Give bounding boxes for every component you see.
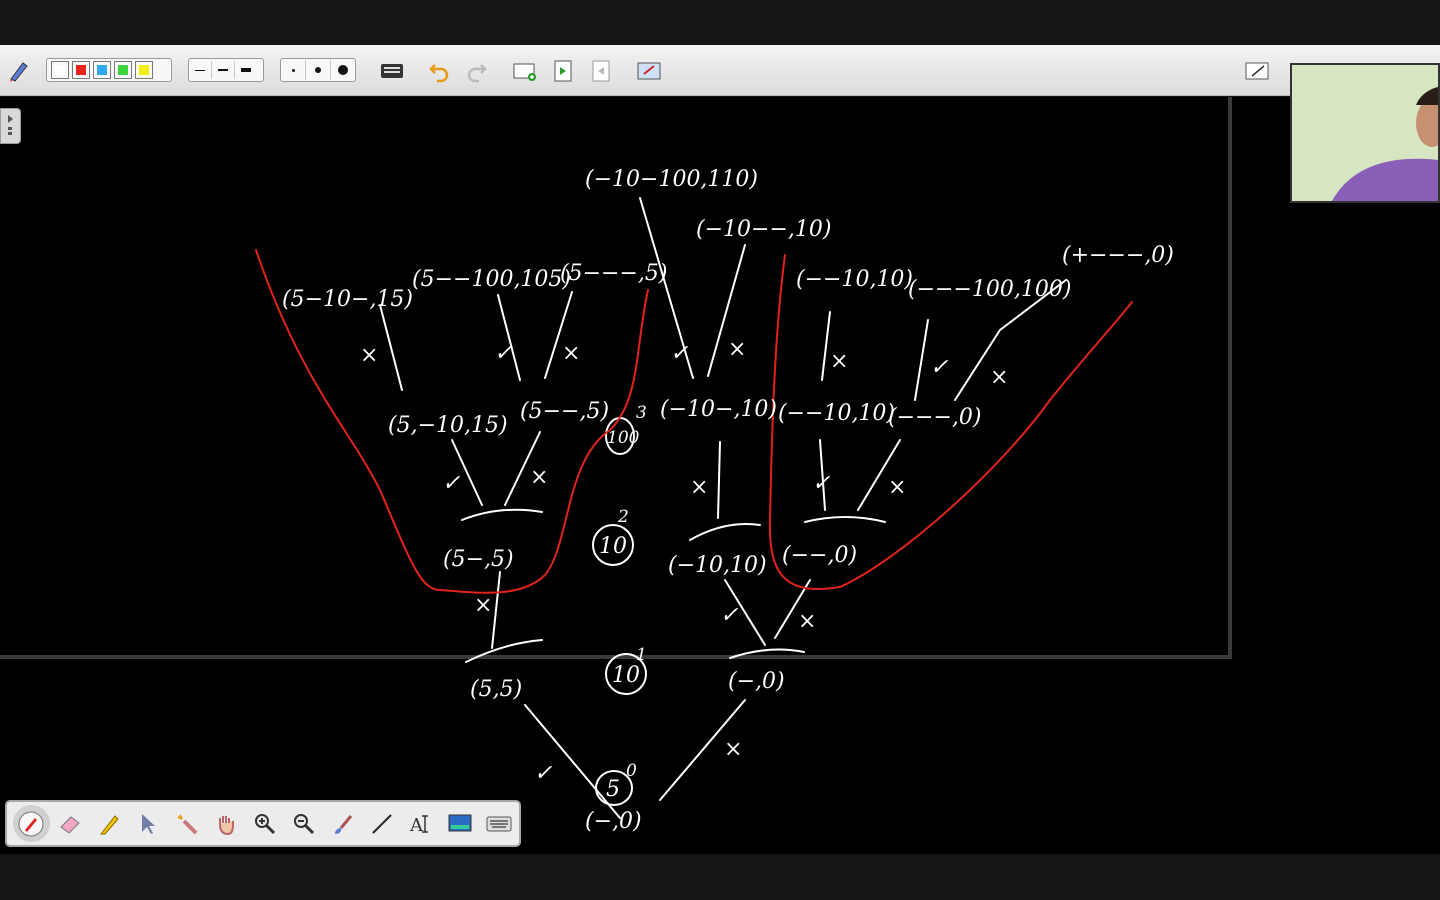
screen-icon[interactable] <box>441 805 478 842</box>
add-page-icon[interactable] <box>512 58 538 84</box>
line-tool-icon[interactable] <box>363 805 400 842</box>
zoom-out-icon[interactable] <box>285 805 322 842</box>
dot-size-group <box>280 58 356 82</box>
whiteboard-toolbar <box>0 45 1440 96</box>
window-bottom-bar <box>0 854 1440 900</box>
pen-toolbar: A <box>5 800 521 847</box>
keyboard-icon[interactable] <box>379 58 405 84</box>
pointer-icon[interactable] <box>130 805 167 842</box>
window-top-bar <box>0 0 1440 45</box>
color-red-swatch[interactable] <box>72 61 90 79</box>
whiteboard-canvas[interactable] <box>0 97 1440 854</box>
pen-settings-icon[interactable] <box>6 58 32 84</box>
brush-icon[interactable] <box>324 805 361 842</box>
color-yellow-swatch[interactable] <box>135 61 153 79</box>
previous-page-icon[interactable] <box>588 58 614 84</box>
undo-icon[interactable] <box>426 58 452 84</box>
color-blue-swatch[interactable] <box>93 61 111 79</box>
highlighter-icon[interactable] <box>91 805 128 842</box>
color-palette <box>46 58 172 82</box>
line-width-group <box>188 58 264 82</box>
screen-capture-icon[interactable] <box>636 58 662 84</box>
pan-hand-icon[interactable] <box>208 805 245 842</box>
dot-large-button[interactable] <box>331 60 355 80</box>
next-page-icon[interactable] <box>550 58 576 84</box>
side-panel-toggle[interactable] <box>0 108 21 144</box>
color-green-swatch[interactable] <box>114 61 132 79</box>
text-tool-icon[interactable]: A <box>402 805 439 842</box>
keyboard-icon[interactable] <box>480 805 517 842</box>
line-thick-button[interactable] <box>235 61 257 79</box>
redo-icon[interactable] <box>464 58 490 84</box>
whiteboard-icon[interactable] <box>1244 58 1270 84</box>
webcam-overlay[interactable] <box>1290 63 1440 203</box>
pen-icon[interactable] <box>13 805 50 842</box>
line-thin-button[interactable] <box>189 61 212 79</box>
color-white-swatch[interactable] <box>51 61 69 79</box>
svg-text:A: A <box>409 815 424 836</box>
dot-small-button[interactable] <box>281 60 306 80</box>
dot-medium-button[interactable] <box>306 60 331 80</box>
magic-select-icon[interactable] <box>169 805 206 842</box>
line-medium-button[interactable] <box>212 61 235 79</box>
zoom-in-icon[interactable] <box>247 805 284 842</box>
eraser-icon[interactable] <box>52 805 89 842</box>
